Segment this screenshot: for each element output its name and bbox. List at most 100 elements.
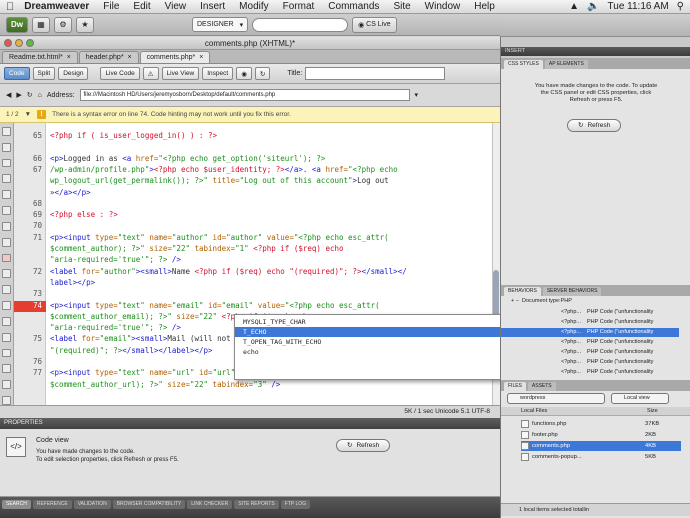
apply-comment-icon[interactable]: [2, 285, 11, 295]
close-tab-icon[interactable]: ×: [128, 52, 132, 64]
column-local-files[interactable]: Local Files: [521, 407, 547, 416]
menu-site[interactable]: Site: [393, 1, 410, 12]
tag-row[interactable]: <?php... PHP Code ("unfunctionality: [501, 338, 679, 347]
file-row[interactable]: footer.php 2KB: [521, 430, 681, 440]
open-documents-icon[interactable]: [2, 127, 11, 136]
close-tab-icon[interactable]: ×: [199, 52, 203, 64]
tab-behaviors[interactable]: BEHAVIORS: [504, 287, 541, 296]
app-menu[interactable]: Dreamweaver: [24, 1, 89, 12]
clock[interactable]: Tue 11:16 AM: [608, 1, 669, 12]
indent-code-icon[interactable]: [2, 364, 11, 374]
tab-search[interactable]: SEARCH: [2, 500, 31, 509]
code-line[interactable]: $comment_author_url); ?>" size="22" tabi…: [50, 380, 280, 389]
code-hint-item[interactable]: MYSQLI_TYPE_CHAR: [235, 317, 501, 327]
code-line[interactable]: »</a></p>: [50, 188, 91, 197]
file-row[interactable]: comments.php 4KB: [521, 441, 681, 451]
tab-browser-compatibility[interactable]: BROWSER COMPATIBILITY: [112, 500, 186, 509]
file-row[interactable]: comments-popup... 5KB: [521, 452, 681, 462]
format-source-icon[interactable]: [2, 396, 11, 405]
extend-icon[interactable]: ⚙: [54, 16, 72, 33]
select-parent-tag-icon[interactable]: [2, 206, 11, 215]
close-tab-icon[interactable]: ×: [67, 52, 71, 64]
refresh-icon[interactable]: ↻: [254, 67, 271, 80]
site-icon[interactable]: ★: [76, 16, 94, 33]
next-error-icon[interactable]: ▼: [25, 111, 31, 118]
css-refresh-button[interactable]: ↻ Refresh: [567, 119, 622, 132]
tab-comments[interactable]: comments.php* ×: [139, 51, 211, 64]
code-line[interactable]: <p>Logged in as <a href="<?php echo get_…: [50, 154, 325, 163]
code-hint-item[interactable]: T_OPEN_TAG_WITH_ECHO: [235, 337, 501, 347]
file-row[interactable]: functions.php 37KB: [521, 419, 681, 429]
preview-icon[interactable]: ◉: [236, 67, 252, 80]
layout-icon[interactable]: ▦: [32, 16, 50, 33]
menu-window[interactable]: Window: [425, 1, 461, 12]
tab-ap-elements[interactable]: AP ELEMENTS: [544, 60, 588, 69]
code-line[interactable]: /wp-admin/profile.php"><?php echo $user_…: [50, 165, 398, 174]
tag-row[interactable]: <?php... PHP Code ("unfunctionality: [501, 358, 679, 367]
tab-validation[interactable]: VALIDATION: [73, 500, 111, 509]
minimize-window-icon[interactable]: [15, 39, 23, 47]
tag-row[interactable]: <?php... PHP Code ("unfunctionality: [501, 318, 679, 327]
code-line[interactable]: wp_logout_url(get_permalink()); ?>" titl…: [50, 176, 389, 185]
tag-row[interactable]: <?php... PHP Code ("unfunctionality: [501, 328, 679, 337]
title-input[interactable]: [305, 67, 446, 80]
code-line[interactable]: "aria-required='true'"; ?> />: [50, 323, 181, 332]
tab-reference[interactable]: REFERENCE: [32, 500, 72, 509]
design-view-button[interactable]: Design: [58, 67, 89, 80]
tab-files[interactable]: FILES: [504, 382, 526, 391]
validate-icon[interactable]: ⚠: [142, 67, 159, 80]
apple-icon[interactable]: : [6, 1, 14, 13]
move-css-icon[interactable]: [2, 348, 11, 358]
spotlight-icon[interactable]: ⚲: [677, 1, 684, 12]
forward-icon[interactable]: ▶: [16, 91, 21, 99]
add-icon[interactable]: +: [511, 298, 514, 304]
inspect-button[interactable]: Inspect: [202, 67, 234, 80]
tab-server-behaviors[interactable]: SERVER BEHAVIORS: [542, 287, 602, 296]
tab-readme[interactable]: Readme.txt.html* ×: [2, 51, 78, 63]
back-icon[interactable]: ◀: [6, 91, 11, 99]
tab-ftp-log[interactable]: FTP LOG: [280, 500, 311, 509]
highlight-invalid-code-icon[interactable]: [2, 253, 11, 263]
tab-site-reports[interactable]: SITE REPORTS: [234, 500, 279, 509]
properties-panel-header[interactable]: PROPERTIES: [0, 418, 500, 429]
insert-panel-header[interactable]: INSERT: [501, 47, 690, 56]
balance-braces-icon[interactable]: [2, 221, 11, 231]
collapse-selection-icon[interactable]: [2, 174, 11, 184]
code-line[interactable]: "(required)"; ?></small></label></p>: [50, 346, 213, 355]
tab-link-checker[interactable]: LINK CHECKER: [187, 500, 233, 509]
wifi-icon[interactable]: ▲: [569, 1, 579, 12]
live-view-button[interactable]: Live View: [161, 67, 200, 80]
tag-row[interactable]: <?php... PHP Code ("unfunctionality: [501, 348, 679, 357]
menu-edit[interactable]: Edit: [133, 1, 150, 12]
syntax-error-alerts-icon[interactable]: [2, 269, 11, 279]
reload-icon[interactable]: ↻: [27, 91, 33, 99]
code-line[interactable]: "aria-required='true'"; ?> />: [50, 255, 181, 264]
tag-row[interactable]: <?php... PHP Code ("unfunctionality: [501, 308, 679, 317]
close-window-icon[interactable]: [4, 39, 12, 47]
code-line[interactable]: <?php if ( is_user_logged_in() ) : ?>: [50, 131, 217, 140]
menu-view[interactable]: View: [165, 1, 187, 12]
menu-format[interactable]: Format: [283, 1, 315, 12]
collapse-tag-icon[interactable]: [2, 158, 11, 168]
search-input[interactable]: [252, 17, 349, 32]
live-code-button[interactable]: Live Code: [100, 67, 140, 80]
code-line[interactable]: <label for="author"><small>Name <?php if…: [50, 267, 407, 276]
tab-css-styles[interactable]: CSS STYLES: [504, 60, 543, 69]
tab-assets[interactable]: ASSETS: [527, 382, 556, 391]
volume-icon[interactable]: 🔈: [587, 1, 599, 12]
code-line[interactable]: <?php else : ?>: [50, 210, 118, 219]
address-input[interactable]: file:///Macintosh HD/Users/jeremyosborn/…: [79, 89, 410, 101]
view-dropdown[interactable]: Local view: [611, 393, 669, 404]
code-line[interactable]: label></p>: [50, 278, 95, 287]
home-icon[interactable]: ⌂: [38, 92, 42, 99]
site-dropdown[interactable]: wordpress: [507, 393, 605, 404]
code-line[interactable]: <p><input type="text" name="email" id="e…: [50, 301, 380, 310]
recent-snippets-icon[interactable]: [2, 332, 11, 342]
show-code-navigator-icon[interactable]: [2, 142, 11, 152]
zoom-window-icon[interactable]: [26, 39, 34, 47]
options-icon[interactable]: ▾: [415, 91, 419, 99]
code-view-button[interactable]: Code: [4, 67, 30, 80]
cs-live-button[interactable]: ◉ CS Live: [352, 16, 397, 33]
tag-row[interactable]: <?php... PHP Code ("unfunctionality: [501, 368, 679, 377]
code-hint-item[interactable]: echo: [235, 347, 501, 357]
